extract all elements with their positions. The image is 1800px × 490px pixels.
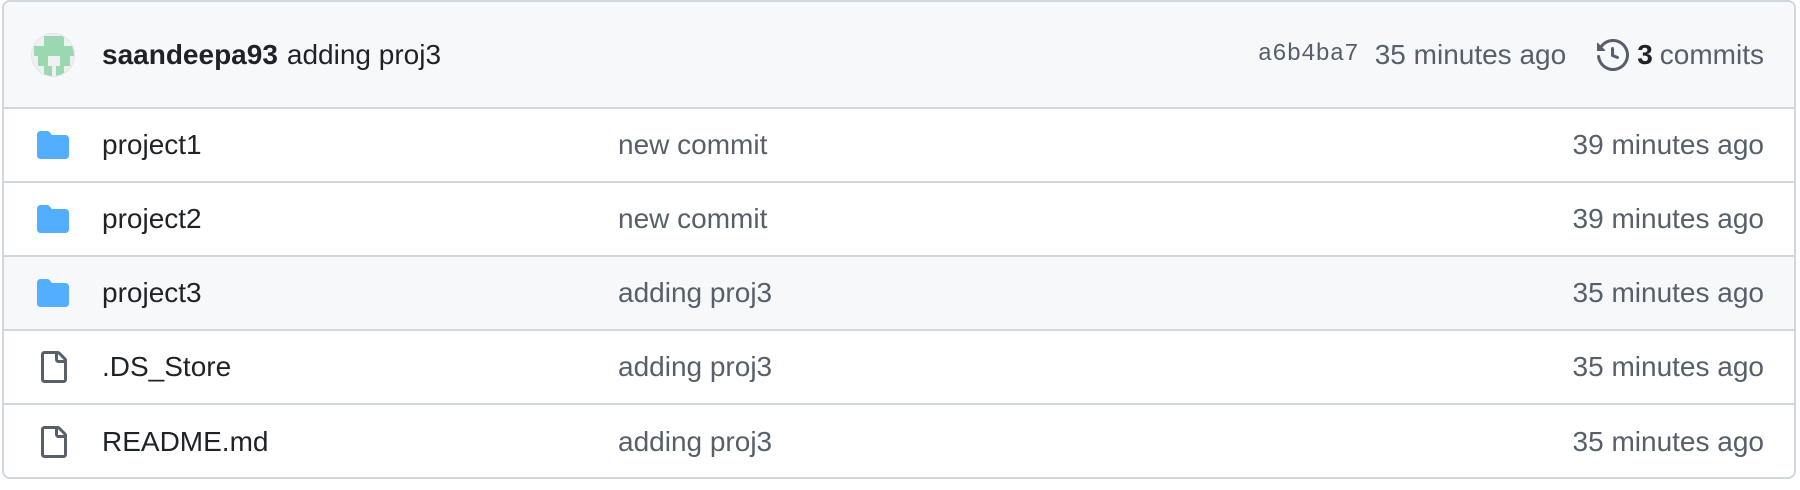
- file-commit-message-link[interactable]: adding proj3: [618, 426, 772, 458]
- file-commit-message-link[interactable]: adding proj3: [618, 277, 772, 309]
- file-name-link[interactable]: project2: [102, 203, 202, 235]
- file-name-link[interactable]: README.md: [102, 426, 268, 458]
- commit-count-label: commits: [1659, 38, 1764, 70]
- file-row-project1[interactable]: project1 new commit 39 minutes ago: [4, 109, 1794, 183]
- file-commit-time: 35 minutes ago: [1572, 277, 1764, 308]
- commit-sha-link[interactable]: a6b4ba7: [1258, 41, 1359, 68]
- commits-history-link[interactable]: 3 commits: [1597, 39, 1764, 71]
- file-row-ds-store[interactable]: .DS_Store adding proj3 35 minutes ago: [4, 331, 1794, 405]
- folder-icon: [36, 128, 70, 162]
- file-commit-time: 35 minutes ago: [1572, 351, 1764, 382]
- file-commit-time: 39 minutes ago: [1572, 203, 1764, 234]
- file-commit-message-link[interactable]: new commit: [618, 203, 767, 235]
- commit-time: 35 minutes ago: [1374, 38, 1567, 70]
- folder-icon: [36, 202, 70, 236]
- file-row-project3[interactable]: project3 adding proj3 35 minutes ago: [4, 257, 1794, 331]
- commit-count: 3: [1637, 38, 1653, 70]
- identicon-avatar-icon: [32, 33, 74, 76]
- file-icon: [36, 350, 70, 384]
- file-name-link[interactable]: .DS_Store: [102, 351, 231, 383]
- commit-message-link[interactable]: adding proj3: [287, 39, 441, 71]
- history-clock-icon: [1597, 38, 1630, 71]
- file-name-link[interactable]: project1: [102, 129, 202, 161]
- file-commit-message-link[interactable]: adding proj3: [618, 351, 772, 383]
- file-list-box: saandeepa93 adding proj3 a6b4ba7 35 minu…: [2, 0, 1796, 479]
- latest-commit-header: saandeepa93 adding proj3 a6b4ba7 35 minu…: [4, 2, 1794, 109]
- avatar[interactable]: [31, 32, 75, 77]
- commit-author-link[interactable]: saandeepa93: [102, 39, 278, 71]
- file-commit-time: 35 minutes ago: [1572, 426, 1764, 457]
- file-icon: [36, 425, 70, 459]
- file-row-project2[interactable]: project2 new commit 39 minutes ago: [4, 183, 1794, 257]
- folder-icon: [36, 276, 70, 310]
- file-name-link[interactable]: project3: [102, 277, 202, 309]
- file-row-readme[interactable]: README.md adding proj3 35 minutes ago: [4, 405, 1794, 477]
- file-commit-time: 39 minutes ago: [1572, 129, 1764, 160]
- file-commit-message-link[interactable]: new commit: [618, 129, 767, 161]
